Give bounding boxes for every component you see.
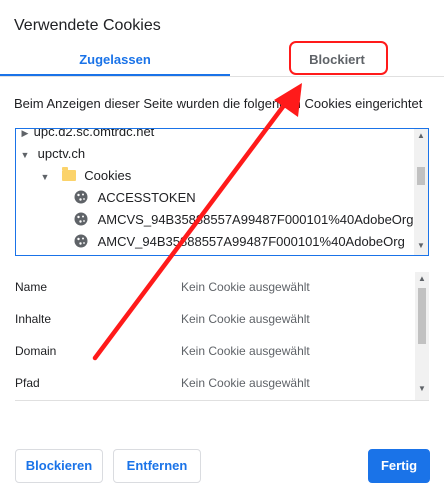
annotation-highlight-box: [289, 41, 388, 75]
info-text: Beim Anzeigen dieser Seite wurden die fo…: [14, 96, 423, 111]
tree-row-cookie[interactable]: ACCESSTOKEN: [74, 187, 196, 209]
cookie-icon: [74, 234, 88, 248]
collapse-arrow-icon[interactable]: ▼: [20, 144, 30, 166]
scrollbar-thumb[interactable]: [418, 288, 426, 344]
tabs-divider: [0, 76, 444, 77]
detail-label: Domain: [15, 344, 57, 358]
detail-label: Name: [15, 280, 48, 294]
scroll-down-arrow-icon[interactable]: ▼: [414, 241, 428, 250]
detail-value: Kein Cookie ausgewählt: [181, 280, 310, 294]
details-scrollbar[interactable]: ▲ ▼: [415, 272, 429, 400]
collapse-arrow-icon[interactable]: ▼: [40, 166, 50, 188]
detail-label: Pfad: [15, 376, 40, 390]
tree-row-label: upc.d2.sc.omtrdc.net: [33, 128, 155, 139]
dialog-title: Verwendete Cookies: [14, 17, 161, 34]
tree-row-cookie[interactable]: AMCVS_94B35888557A99487F000101%40AdobeOr…: [74, 209, 413, 231]
scroll-up-arrow-icon[interactable]: ▲: [415, 274, 429, 283]
cookie-tree[interactable]: ▶ upc.d2.sc.omtrdc.net ▼ upctv.ch ▼ Cook…: [15, 128, 429, 256]
expand-arrow-icon[interactable]: ▶: [20, 129, 30, 144]
cookie-icon: [74, 212, 88, 226]
done-button[interactable]: Fertig: [368, 449, 430, 483]
cookie-icon: [74, 190, 88, 204]
detail-label: Inhalte: [15, 312, 52, 326]
block-button[interactable]: Blockieren: [15, 449, 103, 483]
detail-row-name: Name Kein Cookie ausgewählt: [15, 277, 415, 297]
scroll-down-arrow-icon[interactable]: ▼: [415, 384, 429, 393]
detail-row-content: Inhalte Kein Cookie ausgewählt: [15, 309, 415, 329]
tab-allowed[interactable]: Zugelassen: [0, 52, 230, 74]
tree-row-cookie[interactable]: AMCV_94B35888557A99487F000101%40AdobeOrg: [74, 231, 405, 253]
detail-value: Kein Cookie ausgewählt: [181, 376, 310, 390]
tree-scrollbar[interactable]: ▲ ▼: [414, 129, 428, 255]
folder-icon: [61, 167, 76, 181]
detail-row-path: Pfad Kein Cookie ausgewählt: [15, 373, 415, 393]
scroll-up-arrow-icon[interactable]: ▲: [414, 131, 428, 140]
cookie-details: Name Kein Cookie ausgewählt Inhalte Kein…: [15, 272, 429, 401]
detail-value: Kein Cookie ausgewählt: [181, 344, 310, 358]
tree-row-folder[interactable]: ▼ Cookies: [40, 165, 131, 187]
tree-row-label: ACCESSTOKEN: [97, 190, 196, 205]
detail-row-domain: Domain Kein Cookie ausgewählt: [15, 341, 415, 361]
tree-row-label: AMCV_94B35888557A99487F000101%40AdobeOrg: [97, 234, 405, 249]
detail-value: Kein Cookie ausgewählt: [181, 312, 310, 326]
tree-row-site[interactable]: ▶ upc.d2.sc.omtrdc.net: [20, 128, 155, 144]
tree-row-label: upctv.ch: [37, 146, 86, 161]
tree-row-site[interactable]: ▼ upctv.ch: [20, 143, 86, 166]
remove-button[interactable]: Entfernen: [113, 449, 201, 483]
scrollbar-thumb[interactable]: [417, 167, 425, 185]
tree-row-label: AMCVS_94B35888557A99487F000101%40AdobeOr…: [97, 212, 414, 227]
tree-row-label: Cookies: [84, 168, 132, 183]
